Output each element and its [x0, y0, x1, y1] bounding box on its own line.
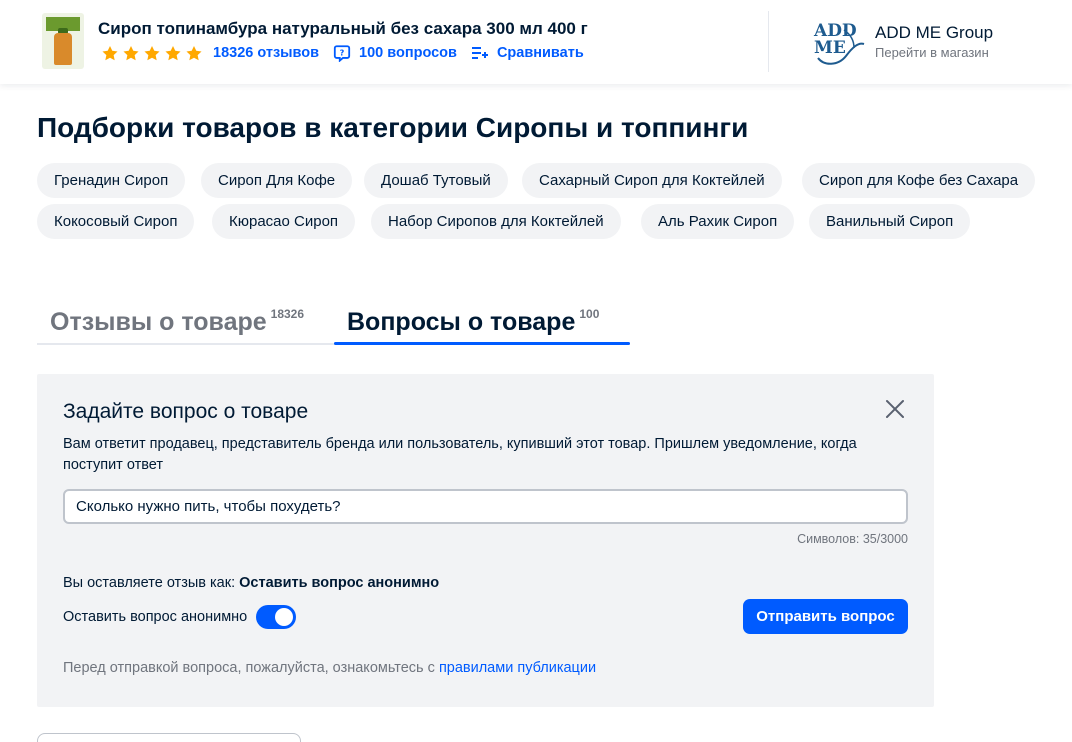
submit-question-button[interactable]: Отправить вопрос: [743, 599, 908, 634]
tab-questions[interactable]: Вопросы о товаре 100: [347, 307, 600, 337]
question-input[interactable]: [63, 489, 908, 524]
star-icon: [165, 45, 181, 60]
anonymous-row: Оставить вопрос анонимно: [63, 605, 297, 629]
collection-chip[interactable]: Сахарный Сироп для Коктейлей: [522, 163, 782, 198]
publication-rules-note: Перед отправкой вопроса, пожалуйста, озн…: [63, 660, 597, 676]
collection-chip[interactable]: Ванильный Сироп: [809, 204, 971, 239]
reviews-link[interactable]: 18326 отзывов: [213, 45, 319, 61]
tab-reviews[interactable]: Отзывы о товаре 18326: [50, 307, 305, 337]
seller-name[interactable]: ADD ME Group: [875, 23, 993, 43]
collection-chip[interactable]: Аль Рахик Сироп: [641, 204, 795, 239]
content-tabs: Отзывы о товаре 18326 Вопросы о товаре 100: [37, 300, 637, 346]
ask-question-description: Вам ответит продавец, представитель брен…: [63, 436, 857, 473]
svg-text:?: ?: [340, 48, 345, 58]
next-section-box[interactable]: [37, 733, 301, 742]
collection-chip[interactable]: Кокосовый Сироп: [37, 204, 195, 239]
product-thumbnail[interactable]: [42, 13, 84, 69]
collections-title: Подборки товаров в категории Сиропы и то…: [37, 112, 749, 143]
product-header: Сироп топинамбура натуральный без сахара…: [0, 0, 1072, 84]
reviews-count: 18326: [270, 307, 305, 321]
active-tab-indicator: [334, 342, 630, 345]
seller-store-link[interactable]: Перейти в магазин: [875, 45, 989, 60]
collection-chip[interactable]: Гренадин Сироп: [37, 163, 186, 198]
character-counter: Символов: 35/3000: [797, 532, 908, 546]
collection-chip[interactable]: Набор Сиропов для Коктейлей: [371, 204, 621, 239]
svg-text:ME: ME: [814, 38, 846, 58]
collection-chip[interactable]: Сироп Для Кофе: [201, 163, 353, 198]
question-bubble-icon: ?: [333, 45, 351, 62]
star-icon: [144, 45, 160, 60]
author-mode-value: Оставить вопрос анонимно: [239, 575, 440, 591]
star-icon: [186, 45, 202, 60]
star-icon: [123, 45, 139, 60]
questions-count: 100: [579, 307, 600, 321]
header-divider: [768, 11, 769, 72]
anonymous-label: Оставить вопрос анонимно: [63, 609, 248, 625]
author-mode-line: Вы оставляете отзыв как: Оставить вопрос…: [63, 575, 440, 591]
product-meta: 18326 отзывов ? 100 вопросов Сравнивать: [100, 43, 584, 63]
collection-chip[interactable]: Кюрасао Сироп: [212, 204, 356, 239]
ask-question-title: Задайте вопрос о товаре: [63, 400, 309, 423]
ask-question-panel: Задайте вопрос о товаре Вам ответит прод…: [37, 374, 934, 707]
close-icon[interactable]: [883, 397, 907, 421]
anonymous-toggle[interactable]: [256, 605, 297, 629]
collection-chip[interactable]: Сироп для Кофе без Сахара: [802, 163, 1036, 198]
star-icon: [102, 45, 118, 60]
compare-link[interactable]: Сравнивать: [497, 45, 584, 61]
questions-link[interactable]: 100 вопросов: [359, 45, 457, 61]
product-title: Сироп топинамбура натуральный без сахара…: [98, 19, 588, 38]
compare-icon: [471, 47, 488, 59]
seller-logo-icon[interactable]: ADD ME: [812, 16, 866, 70]
publication-rules-link[interactable]: правилами публикации: [439, 660, 596, 676]
rating-stars: [100, 44, 204, 63]
collection-chip[interactable]: Дошаб Тутовый: [364, 163, 508, 198]
